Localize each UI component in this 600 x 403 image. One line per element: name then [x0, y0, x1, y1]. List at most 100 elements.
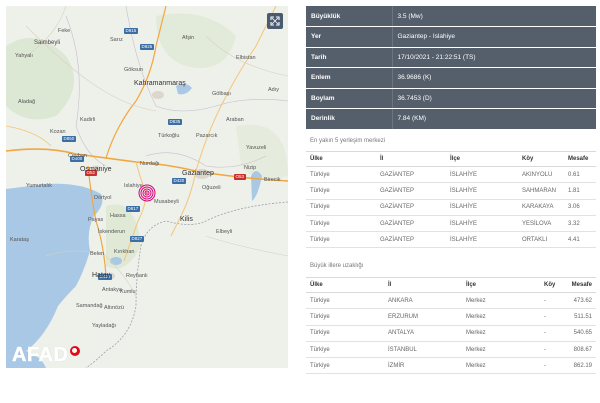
cell-province: GAZİANTEP: [376, 182, 446, 200]
cell-district: Merkez: [462, 357, 540, 375]
info-value: 7.84 (KM): [391, 108, 596, 130]
earthquake-info-table: Büyüklük 3.5 (Mw) Yer Gaziantep - Islahi…: [306, 6, 596, 130]
cell-district: Merkez: [462, 341, 540, 359]
cell-village: -: [540, 341, 564, 359]
map-label: Osmaniye: [80, 166, 112, 173]
earthquake-map[interactable]: D815 D825 D835 D850 O52 D400 D817 D827 O…: [6, 6, 288, 368]
flag-icon: [70, 345, 81, 356]
map-label: Adıy: [268, 87, 280, 93]
map-label: Pazarcık: [196, 133, 218, 139]
cell-distance: 808.67: [564, 341, 596, 359]
cell-village: KARAKAYA: [518, 199, 564, 216]
map-label: Birecik: [264, 177, 281, 183]
afad-logo-text: AFAD: [12, 344, 69, 367]
table-header-row: Ülke İl İlçe Köy Mesafe: [306, 151, 596, 167]
cell-village: -: [540, 357, 564, 375]
cell-country: Türkiye: [306, 357, 384, 375]
cell-village: -: [540, 325, 564, 342]
cell-country: Türkiye: [306, 182, 376, 200]
map-label: Elbeyli: [216, 229, 233, 235]
cell-village: -: [540, 308, 564, 326]
cell-province: ANTALYA: [384, 325, 462, 342]
cell-country: Türkiye: [306, 199, 376, 216]
road-shield: D817: [126, 206, 140, 212]
info-key: Derinlik: [306, 108, 392, 130]
cell-distance: 4.41: [564, 231, 596, 249]
map-label: Belen: [90, 251, 105, 257]
cell-country: Türkiye: [306, 325, 384, 342]
map-label: Islahiye: [124, 183, 143, 189]
map-label: Kozan: [50, 129, 66, 135]
cell-village: AKINYOLU: [518, 166, 564, 184]
map-label: Oğuzeli: [202, 185, 221, 191]
column-header: İlçe: [462, 277, 540, 293]
map-label: Samandağ: [76, 303, 103, 309]
cell-province: ANKARA: [384, 292, 462, 310]
map-label: Reyhanlı: [126, 273, 148, 279]
map-label: Ceyhan: [68, 153, 87, 159]
table-row: Türkiye İSTANBUL Merkez - 808.67: [306, 341, 596, 359]
map-label: Kadirli: [80, 117, 96, 123]
map-label: Gaziantep: [182, 170, 214, 177]
info-row: Tarih 17/10/2021 - 21:22:51 (TS): [306, 47, 596, 68]
cell-country: Türkiye: [306, 166, 376, 184]
info-value: 17/10/2021 - 21:22:51 (TS): [391, 47, 596, 68]
cell-district: İSLAHİYE: [446, 166, 518, 184]
nearest-table: Ülke İl İlçe Köy Mesafe Türkiye GAZİANTE…: [306, 151, 596, 249]
info-row: Büyüklük 3.5 (Mw): [306, 6, 596, 27]
map-label: Nizip: [244, 165, 257, 171]
cell-distance: 3.32: [564, 215, 596, 233]
table-row: Türkiye GAZİANTEP İSLAHİYE ORTAKLI 4.41: [306, 231, 596, 249]
map-label: Kırıkhan: [114, 249, 135, 255]
cell-distance: 3.06: [564, 199, 596, 216]
cell-district: Merkez: [462, 292, 540, 310]
table-row: Türkiye GAZİANTEP İSLAHİYE AKINYOLU 0.61: [306, 166, 596, 184]
cell-distance: 0.61: [564, 166, 596, 184]
column-header: İl: [376, 151, 446, 167]
map-label: Yayladağı: [92, 323, 117, 329]
road-shield: O53: [234, 174, 246, 180]
column-header: Mesafe: [564, 277, 596, 293]
column-header: İl: [384, 277, 462, 293]
map-label: Antakya: [102, 287, 122, 293]
cell-country: Türkiye: [306, 215, 376, 233]
map-label: Nurdağı: [140, 161, 160, 167]
road-shield: D420: [172, 178, 186, 184]
cell-province: GAZİANTEP: [376, 231, 446, 249]
info-key: Tarih: [306, 47, 392, 68]
map-label: Saimbeyli: [34, 40, 61, 46]
map-label: Altınözü: [104, 305, 124, 311]
map-label: Feke: [58, 28, 71, 34]
road-shield: D850: [62, 136, 76, 142]
cell-country: Türkiye: [306, 308, 384, 326]
column-header: İlçe: [446, 151, 518, 167]
cell-district: İSLAHİYE: [446, 231, 518, 249]
cell-district: Merkez: [462, 325, 540, 342]
cell-distance: 862.19: [564, 357, 596, 375]
map-label: İskenderun: [98, 229, 126, 235]
cell-province: GAZİANTEP: [376, 199, 446, 216]
cell-province: İSTANBUL: [384, 341, 462, 359]
road-shield: D815: [124, 28, 138, 34]
cell-village: YESİLOVA: [518, 215, 564, 233]
road-shield: D835: [168, 119, 182, 125]
cell-district: İSLAHİYE: [446, 182, 518, 200]
table-row: Türkiye GAZİANTEP İSLAHİYE KARAKAYA 3.06: [306, 199, 596, 216]
map-label: Aladağ: [18, 99, 36, 105]
map-label: Türkoğlu: [158, 133, 180, 139]
cell-country: Türkiye: [306, 231, 376, 249]
column-header: Mesafe: [564, 151, 596, 167]
cell-distance: 1.81: [564, 182, 596, 200]
cell-village: SAHMARAN: [518, 182, 564, 200]
afad-logo: AFAD: [12, 344, 81, 367]
cell-country: Türkiye: [306, 341, 384, 359]
info-row: Boylam 36.7453 (D): [306, 88, 596, 109]
map-label: Elbistan: [236, 55, 256, 61]
fullscreen-button[interactable]: [267, 13, 283, 29]
road-shield: D827: [130, 236, 144, 242]
map-label: Afşin: [182, 35, 195, 41]
map-label: Sarız: [110, 37, 123, 43]
map-label: Göksun: [124, 67, 143, 73]
column-header: Ülke: [306, 151, 376, 167]
table-header-row: Ülke İl İlçe Köy Mesafe: [306, 277, 596, 293]
